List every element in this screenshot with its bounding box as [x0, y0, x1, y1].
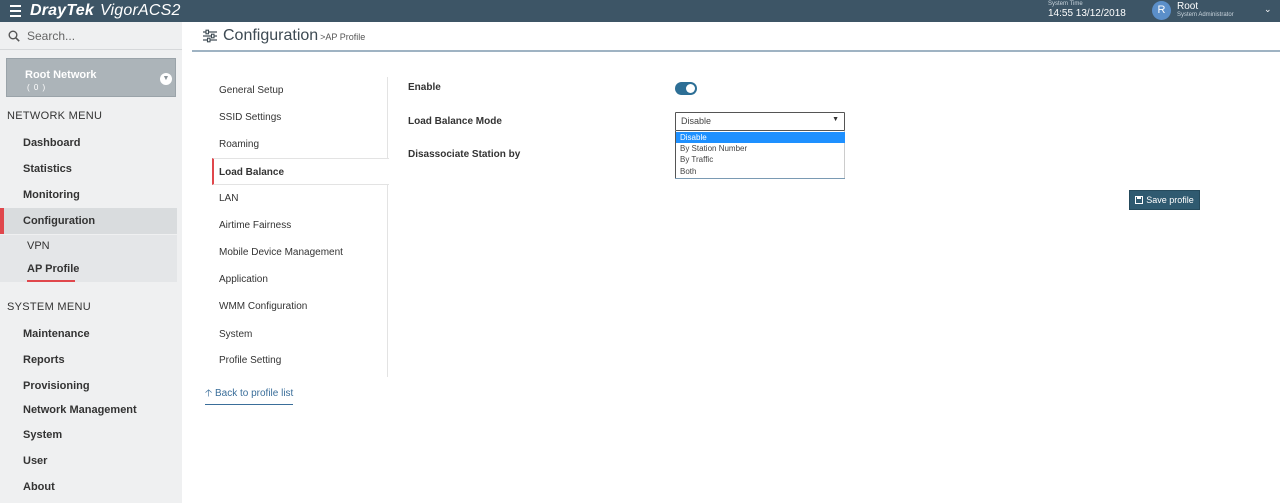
page-header: Configuration >AP Profile	[192, 22, 1280, 52]
brand-name: DrayTek	[30, 2, 94, 19]
sidebar-item-monitoring[interactable]: Monitoring	[0, 182, 177, 208]
active-indicator	[27, 280, 75, 282]
sidebar-item-statistics[interactable]: Statistics	[0, 156, 177, 182]
sidebar-item-dashboard[interactable]: Dashboard	[0, 130, 177, 156]
network-menu-heading: NETWORK MENU	[7, 110, 103, 122]
breadcrumb: >AP Profile	[320, 32, 366, 42]
system-time: System Time 14:55 13/12/2018	[1048, 1, 1126, 19]
back-to-profile-list-link[interactable]: 🡡 Back to profile list	[205, 386, 294, 405]
app-logo: DrayTek VigorACS2	[30, 2, 181, 20]
system-menu-heading: SYSTEM MENU	[7, 301, 91, 313]
root-network-selector[interactable]: Root Network ( 0 ) ▼	[6, 58, 176, 97]
load-balance-mode-label: Load Balance Mode	[408, 116, 502, 127]
user-info[interactable]: Root System Administrator	[1177, 1, 1234, 18]
sidebar-item-network-management[interactable]: Network Management	[0, 397, 177, 423]
dropdown-option-both[interactable]: Both	[676, 166, 845, 177]
enable-label: Enable	[408, 82, 441, 93]
back-link-label: Back to profile list	[214, 388, 294, 399]
profile-nav-general-setup[interactable]: General Setup	[212, 77, 388, 104]
select-value: Disable	[681, 116, 712, 126]
dropdown-option-disable[interactable]: Disable	[676, 132, 845, 143]
dropdown-divider	[675, 178, 845, 179]
product-name: VigorACS2	[99, 2, 181, 19]
profile-nav-roaming[interactable]: Roaming	[212, 131, 388, 158]
floppy-disk-icon	[1135, 196, 1144, 204]
disassociate-station-label: Disassociate Station by	[408, 149, 521, 160]
profile-nav: General Setup SSID Settings Roaming Load…	[212, 77, 389, 377]
page-title-text: Configuration	[223, 27, 319, 44]
sliders-icon	[203, 29, 217, 43]
dropdown-option-by-traffic[interactable]: By Traffic	[676, 154, 845, 165]
user-role: System Administrator	[1177, 12, 1234, 18]
profile-nav-lan[interactable]: LAN	[212, 185, 388, 212]
avatar[interactable]: R	[1152, 1, 1171, 20]
sidebar-subitem-ap-profile[interactable]: AP Profile	[27, 263, 79, 275]
hamburger-menu-icon[interactable]	[10, 5, 21, 17]
save-profile-button[interactable]: Save profile	[1129, 190, 1200, 210]
load-balance-mode-dropdown: Disable By Station Number By Traffic Bot…	[675, 131, 845, 178]
save-profile-label: Save profile	[1146, 195, 1194, 205]
page-title: Configuration >AP Profile	[223, 27, 365, 45]
arrow-up-icon: 🡡	[205, 388, 213, 399]
chevron-down-icon[interactable]: ▼	[160, 73, 172, 85]
root-network-count: ( 0 )	[27, 83, 47, 92]
enable-toggle[interactable]	[675, 82, 697, 95]
profile-nav-ssid-settings[interactable]: SSID Settings	[212, 104, 388, 131]
sidebar: Root Network ( 0 ) ▼ NETWORK MENU Dashbo…	[0, 22, 182, 503]
sidebar-item-provisioning[interactable]: Provisioning	[0, 373, 177, 399]
root-network-title: Root Network	[25, 69, 97, 81]
profile-nav-airtime-fairness[interactable]: Airtime Fairness	[212, 212, 388, 239]
dropdown-option-by-station-number[interactable]: By Station Number	[676, 143, 845, 154]
sidebar-item-about[interactable]: About	[0, 474, 177, 500]
profile-nav-application[interactable]: Application	[212, 266, 388, 293]
sidebar-item-user[interactable]: User	[0, 448, 177, 474]
sidebar-item-system[interactable]: System	[0, 422, 177, 448]
profile-nav-system[interactable]: System	[212, 321, 388, 348]
sidebar-subitem-vpn[interactable]: VPN	[27, 240, 50, 252]
system-time-label: System Time	[1048, 1, 1083, 7]
search-icon	[8, 30, 20, 42]
load-balance-mode-select[interactable]: Disable ▼	[675, 112, 845, 131]
sidebar-item-reports[interactable]: Reports	[0, 347, 177, 373]
sidebar-item-configuration[interactable]: Configuration	[0, 208, 177, 234]
profile-nav-profile-setting[interactable]: Profile Setting	[212, 347, 388, 374]
user-name: Root	[1177, 1, 1199, 12]
caret-down-icon: ▼	[832, 116, 839, 123]
top-bar: DrayTek VigorACS2 System Time 14:55 13/12…	[0, 0, 1280, 22]
toggle-knob	[686, 84, 695, 93]
chevron-down-icon[interactable]: ⌄	[1264, 4, 1272, 15]
search-bar	[0, 22, 182, 50]
profile-nav-wmm-configuration[interactable]: WMM Configuration	[212, 293, 388, 320]
system-time-value: 14:55 13/12/2018	[1048, 8, 1126, 19]
profile-nav-load-balance[interactable]: Load Balance	[212, 158, 389, 185]
profile-nav-mobile-device-management[interactable]: Mobile Device Management	[212, 239, 388, 266]
sidebar-item-maintenance[interactable]: Maintenance	[0, 321, 177, 347]
search-input[interactable]	[27, 28, 167, 44]
